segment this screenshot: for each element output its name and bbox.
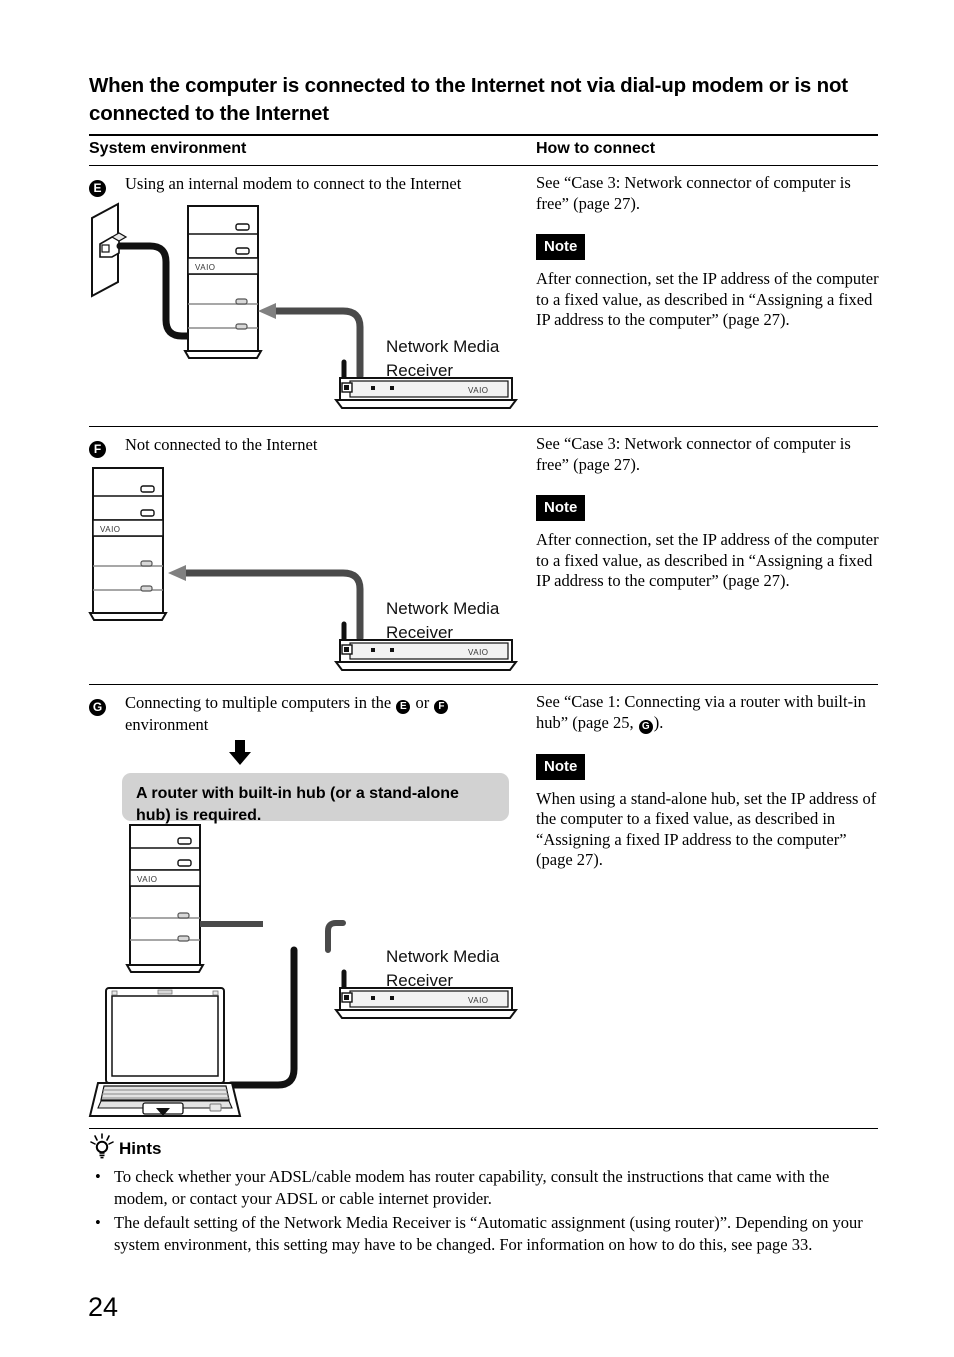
hint-item-1-text: To check whether your ADSL/cable modem h… <box>114 1167 830 1208</box>
receiver-label-line1: Network Media <box>386 947 500 966</box>
row-g-how-to-connect: See “Case 1: Connecting via a router wit… <box>536 692 882 871</box>
column-header-how-to-connect: How to connect <box>536 140 656 157</box>
down-arrow-icon <box>229 740 251 765</box>
note-badge-f: Note <box>536 495 586 521</box>
receiver-network-cable <box>325 920 346 953</box>
note-badge-e: Note <box>536 234 586 260</box>
desktop-tower-illustration: VAIO <box>125 824 205 973</box>
hints-heading-label: Hints <box>119 1139 162 1158</box>
vaio-logo: VAIO <box>137 875 158 884</box>
vaio-logo: VAIO <box>468 648 489 657</box>
router-requirement-callout: A router with built-in hub (or a stand-a… <box>122 773 509 824</box>
page-number: 24 <box>88 1292 119 1322</box>
row-marker-e: E <box>89 174 106 197</box>
row-divider-f-g <box>89 684 878 685</box>
row-e-environment-text: Using an internal modem to connect to th… <box>125 174 462 193</box>
row-g-ref-part2: ). <box>653 712 664 732</box>
receiver-label-line1: Network Media <box>386 599 500 618</box>
laptop-network-cable <box>227 946 298 1089</box>
vaio-logo: VAIO <box>100 525 121 534</box>
wall-jack-icon <box>91 202 128 298</box>
row-f-note-body: After connection, set the IP address of … <box>536 530 879 590</box>
row-g-ref-part1: See “Case 1: Connecting via a router wit… <box>536 692 866 732</box>
laptop-illustration <box>88 987 242 1117</box>
desktop-tower-illustration: VAIO <box>88 467 168 621</box>
diagram-not-connected: VAIO Network Media Receiver VAIO <box>88 467 518 671</box>
row-marker-g: G <box>89 693 106 716</box>
row-g-env-part1: Connecting to multiple computers in the <box>125 693 392 712</box>
hints-list: • To check whether your ADSL/cable modem… <box>92 1166 882 1258</box>
column-header-system-environment: System environment <box>89 140 247 157</box>
row-g-environment-text: Connecting to multiple computers in the … <box>125 692 519 735</box>
row-e-note-body: After connection, set the IP address of … <box>536 269 879 329</box>
document-page: When the computer is connected to the In… <box>0 0 954 1357</box>
row-f-how-to-connect: See “Case 3: Network connector of comput… <box>536 434 882 592</box>
hint-item-2-text: The default setting of the Network Media… <box>114 1213 863 1254</box>
hint-bullet: • <box>95 1213 101 1232</box>
row-f-connect-reference: See “Case 3: Network connector of comput… <box>536 434 851 474</box>
note-badge-g: Note <box>536 753 586 780</box>
page-title: When the computer is connected to the In… <box>89 74 848 125</box>
inline-marker-e: E <box>396 700 411 714</box>
row-g-note-body: When using a stand-alone hub, set the IP… <box>536 788 877 870</box>
lightbulb-icon <box>90 1133 114 1159</box>
row-label-f: F Not connected to the Internet <box>89 434 519 458</box>
vaio-logo: VAIO <box>468 386 489 395</box>
diagram-internal-modem: VAIO Network Media Receiver VAIO <box>91 202 518 409</box>
inline-marker-g: G <box>638 719 653 734</box>
row-g-env-mid: or <box>415 693 430 712</box>
row-label-e: E Using an internal modem to connect to … <box>89 173 519 197</box>
hint-item-2: • The default setting of the Network Med… <box>92 1212 882 1255</box>
network-cable-arrow <box>168 565 364 642</box>
receiver-label-line1: Network Media <box>386 337 500 356</box>
row-e-connect-reference: See “Case 3: Network connector of comput… <box>536 173 851 213</box>
vaio-logo: VAIO <box>468 996 489 1005</box>
header-bottom-rule <box>89 165 878 166</box>
hints-heading: Hints <box>89 1133 162 1159</box>
inline-marker-f: F <box>434 700 449 714</box>
row-divider-g-hints <box>89 1128 878 1129</box>
header-top-rule <box>89 134 878 136</box>
row-e-how-to-connect: See “Case 3: Network connector of comput… <box>536 173 882 331</box>
row-g-connect-reference: See “Case 1: Connecting via a router wit… <box>536 692 882 734</box>
desktop-tower-illustration: VAIO <box>183 205 263 359</box>
row-divider-e-f <box>89 426 878 427</box>
diagram-multiple-computers: VAIO Network Media Receiver VAIO <box>88 824 518 1117</box>
hint-bullet: • <box>95 1167 101 1186</box>
row-g-env-part2: environment <box>125 715 209 734</box>
hint-item-1: • To check whether your ADSL/cable modem… <box>92 1166 882 1209</box>
row-marker-f: F <box>89 435 106 458</box>
row-f-environment-text: Not connected to the Internet <box>125 435 318 454</box>
row-label-g: G Connecting to multiple computers in th… <box>89 692 519 735</box>
vaio-logo: VAIO <box>195 263 216 272</box>
